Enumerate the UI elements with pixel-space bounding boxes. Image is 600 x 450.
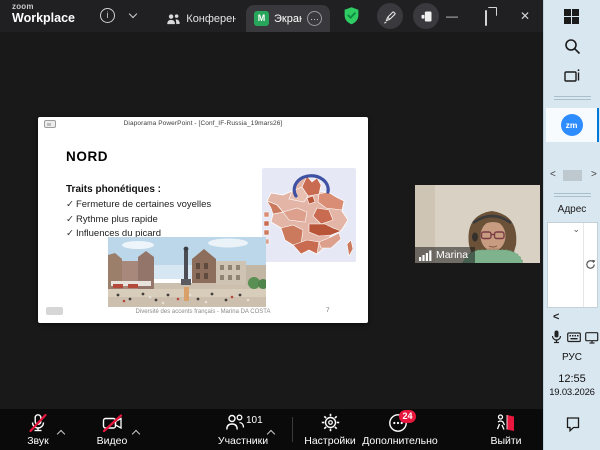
scroll-right-arrow[interactable]: > (591, 169, 597, 180)
participants-button[interactable] (225, 413, 245, 437)
brand-zoom: zoom (12, 3, 75, 11)
address-toolbar[interactable]: ⌄ (547, 222, 598, 308)
close-button[interactable]: ✕ (520, 9, 530, 23)
exit-door-icon (494, 413, 516, 433)
audio-label: Звук (8, 435, 68, 447)
france-map-image (262, 168, 356, 262)
refresh-arrow-icon (585, 259, 596, 270)
zoom-workplace-window: zoom Workplace i Конферен M Экран … (0, 0, 600, 450)
taskbar-separator (554, 96, 591, 100)
people-icon (166, 12, 181, 26)
maximize-button[interactable] (485, 11, 487, 25)
bullet-text: Fermeture de certaines voyelles (76, 199, 211, 210)
bullet-text: Rythme plus rapide (76, 214, 158, 225)
microphone-muted-icon (28, 413, 48, 433)
brand-workplace: Workplace (12, 12, 75, 25)
show-hidden-icons-chevron[interactable]: < (553, 311, 559, 323)
video-label: Видео (82, 435, 142, 447)
annotate-pencil-button[interactable] (377, 3, 403, 29)
meeting-controls-toolbar: Звук Видео 101 Участники (0, 409, 543, 450)
chevron-down-icon[interactable] (129, 10, 137, 18)
gear-icon (321, 413, 340, 432)
camera-off-icon (102, 414, 123, 433)
windows-logo-icon (564, 9, 571, 16)
settings-button[interactable] (321, 413, 340, 437)
pencil-icon (383, 9, 398, 24)
meeting-badge: M (254, 11, 269, 26)
powerpoint-titlebar: Diaporama PowerPoint - [Conf_IF-Russia_1… (38, 117, 368, 130)
participant-name: Marina (436, 249, 468, 261)
powerpoint-window-title: Diaporama PowerPoint - [Conf_IF-Russia_1… (38, 117, 368, 127)
slide-heading: NORD (66, 149, 108, 164)
tab-screen-label: Экран (274, 13, 302, 25)
tab-conference[interactable]: Конферен (158, 5, 244, 32)
door-exit-icon (419, 9, 434, 24)
address-dropdown-icon[interactable]: ⌄ (572, 224, 580, 235)
participants-label: Участники (198, 435, 288, 447)
shared-screen-area: Diaporama PowerPoint - [Conf_IF-Russia_1… (0, 32, 543, 409)
slide-footer-text: Diversité des accents français - Marina … (38, 309, 368, 315)
microphone-tray-icon[interactable] (551, 330, 562, 344)
touch-keyboard-tray-icon[interactable] (567, 332, 581, 343)
check-icon: ✓ (66, 214, 74, 225)
bullet-item: ✓Fermeture de certaines voyelles (66, 198, 211, 213)
task-view-icon[interactable] (564, 69, 581, 84)
leave-label: Выйти (475, 435, 537, 447)
info-icon[interactable]: i (100, 8, 115, 23)
lille-square-photo (108, 237, 266, 307)
more-label: Дополнительно (348, 435, 452, 447)
address-toolbar-label: Адрес (544, 204, 600, 215)
leave-room-button[interactable] (413, 3, 439, 29)
notifications-badge: 24 (399, 410, 416, 423)
tab-more-icon[interactable]: … (307, 11, 322, 26)
action-center-icon[interactable] (565, 416, 581, 432)
clock-time: 12:55 (544, 373, 600, 385)
windows-taskbar: zm < > Адрес ⌄ < (543, 0, 600, 450)
check-icon: ✓ (66, 199, 74, 210)
bullet-item: ✓Rythme plus rapide (66, 213, 211, 228)
language-indicator[interactable]: РУС (544, 352, 600, 363)
taskbar-clock[interactable]: 12:55 19.03.2026 (544, 373, 600, 398)
zoom-workplace-logo: zoom Workplace (12, 3, 75, 25)
participant-name-tag: Marina (415, 247, 475, 263)
start-button[interactable] (564, 9, 579, 24)
presenter-toolbar-icon[interactable] (44, 120, 56, 128)
restore-icon (485, 10, 487, 26)
participant-video-tile[interactable]: Marina (415, 185, 540, 263)
address-go-button[interactable] (584, 257, 597, 275)
tab-screen-share[interactable]: M Экран … (246, 5, 330, 32)
minimize-button[interactable]: — (446, 9, 458, 23)
connection-signal-icon (419, 250, 432, 261)
participants-icon (225, 413, 245, 432)
zoom-app-taskbar-button[interactable]: zm (546, 108, 599, 142)
taskbar-scrollbar-thumb[interactable] (563, 170, 582, 181)
slide-bullet-list: ✓Fermeture de certaines voyelles ✓Rythme… (66, 198, 211, 242)
display-network-tray-icon[interactable] (585, 332, 600, 344)
participants-count: 101 (246, 415, 263, 426)
check-icon: ✓ (66, 228, 74, 239)
slide-list-title: Traits phonétiques : (66, 184, 161, 195)
search-icon[interactable] (564, 38, 581, 55)
slideshow-controls[interactable] (46, 307, 63, 315)
tab-conference-label: Конферен (186, 13, 236, 25)
title-bar: zoom Workplace i Конферен M Экран … (0, 0, 543, 32)
zoom-app-icon: zm (561, 114, 583, 136)
powerpoint-window[interactable]: Diaporama PowerPoint - [Conf_IF-Russia_1… (38, 117, 368, 323)
clock-date: 19.03.2026 (544, 387, 600, 398)
slide-number: 7 (326, 307, 330, 314)
scroll-left-arrow[interactable]: < (550, 169, 556, 180)
security-shield-icon[interactable] (343, 6, 360, 31)
taskbar-separator (554, 193, 591, 197)
